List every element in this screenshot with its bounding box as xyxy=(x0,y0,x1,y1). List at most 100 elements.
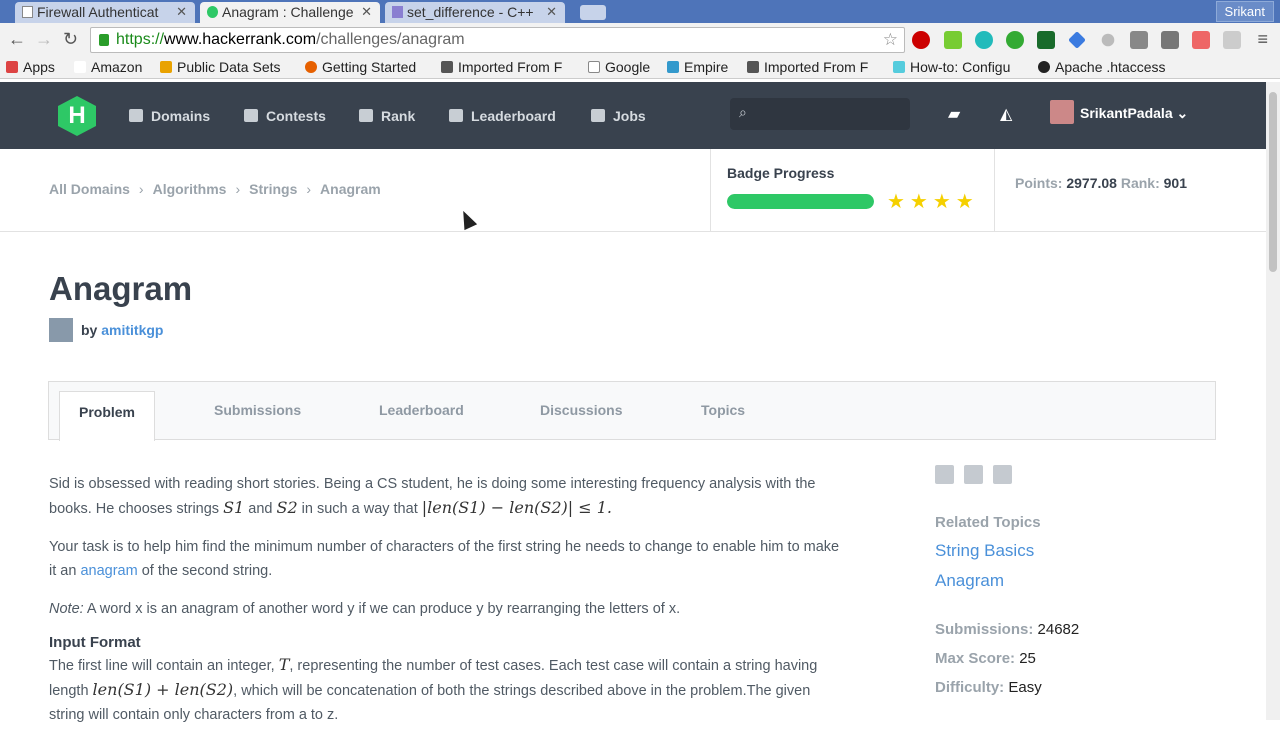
pin-extension-icon[interactable] xyxy=(1161,31,1179,49)
browser-tab-firewall[interactable]: Firewall Authenticat ✕ xyxy=(15,2,195,23)
sub-header: All Domains › Algorithms › Strings › Anagram B… xyxy=(0,149,1266,232)
bookmark-amazon[interactable]: Amazon xyxy=(74,59,142,75)
tab-submissions[interactable]: Submissions xyxy=(214,402,301,418)
star-icons: ★★★★ xyxy=(887,191,979,213)
briefcase-icon xyxy=(591,109,605,122)
browser-toolbar: ← → ↻ https://www.hackerrank.com/challen… xyxy=(0,23,1280,57)
browser-tab-anagram[interactable]: Anagram : Challenge ✕ xyxy=(200,2,380,23)
chevron-right-icon: › xyxy=(306,181,312,197)
hackerrank-logo[interactable]: H xyxy=(58,96,96,136)
bookmark-apps[interactable]: Apps xyxy=(6,59,55,75)
rank-value: 901 xyxy=(1163,175,1187,191)
breadcrumb-algorithms[interactable]: Algorithms xyxy=(153,181,227,197)
folder-icon xyxy=(747,61,759,73)
bookmark-imported-2[interactable]: Imported From F xyxy=(747,59,868,75)
address-bar[interactable]: https://www.hackerrank.com/challenges/an… xyxy=(90,27,905,53)
chevron-right-icon: › xyxy=(235,181,241,197)
c-icon xyxy=(893,61,905,73)
new-tab-button[interactable] xyxy=(580,5,606,20)
user-menu[interactable]: SrikantPadala ⌄ xyxy=(1080,105,1188,122)
bookmark-public-data-sets[interactable]: Public Data Sets xyxy=(160,59,281,75)
facebook-icon[interactable] xyxy=(993,465,1012,484)
nav-leaderboard[interactable]: Leaderboard xyxy=(449,108,556,124)
browser-tab-set-difference[interactable]: set_difference - C++ ✕ xyxy=(385,2,565,23)
g-extension-icon[interactable] xyxy=(1037,31,1055,49)
difficulty-stat: Difficulty: Easy xyxy=(935,679,1042,696)
author-link[interactable]: amititkgp xyxy=(101,322,163,338)
download-extension-icon[interactable] xyxy=(944,31,962,49)
user-avatar[interactable] xyxy=(1050,100,1074,124)
chevron-down-icon: ⌄ xyxy=(1176,105,1189,121)
notifications-icon[interactable]: ◭ xyxy=(1000,104,1012,124)
apache-icon xyxy=(1038,61,1050,73)
grammarly-icon[interactable] xyxy=(975,31,993,49)
lock-icon xyxy=(99,34,109,46)
extension-icon[interactable] xyxy=(1006,31,1024,49)
badge-progress: Badge Progress ★★★★ xyxy=(710,149,995,231)
author-avatar xyxy=(49,318,73,342)
nav-rank[interactable]: Rank xyxy=(359,108,415,124)
tab-discussions[interactable]: Discussions xyxy=(540,402,622,418)
chevron-right-icon: › xyxy=(138,181,144,197)
bookmark-imported[interactable]: Imported From F xyxy=(441,59,562,75)
tab-problem[interactable]: Problem xyxy=(59,391,155,441)
empire-icon xyxy=(667,61,679,73)
breadcrumb-strings[interactable]: Strings xyxy=(249,181,297,197)
forward-icon[interactable]: → xyxy=(35,29,53,50)
tab-topics[interactable]: Topics xyxy=(701,402,745,418)
messages-icon[interactable]: ▰ xyxy=(948,104,960,124)
search-icon: ⌕ xyxy=(739,104,747,120)
bookmark-getting-started[interactable]: Getting Started xyxy=(305,59,416,75)
max-score-stat: Max Score: 25 xyxy=(935,650,1036,667)
close-extension-icon[interactable] xyxy=(1101,33,1115,47)
close-tab-icon[interactable]: ✕ xyxy=(546,4,557,20)
trophy-icon xyxy=(449,109,463,122)
linkedin-icon[interactable] xyxy=(935,465,954,484)
bookmark-empire[interactable]: Empire xyxy=(667,59,728,75)
challenge-sidebar: Related Topics String Basics Anagram Sub… xyxy=(935,465,1215,696)
hackerrank-icon xyxy=(207,6,218,18)
extension-icon[interactable] xyxy=(1223,31,1241,49)
medal-icon xyxy=(359,109,373,122)
nav-domains[interactable]: Domains xyxy=(129,108,210,124)
shield-icon xyxy=(244,109,258,122)
related-topics-label: Related Topics xyxy=(935,514,1041,531)
adblock-icon[interactable] xyxy=(912,31,930,49)
bookmark-how-to[interactable]: How-to: Configu xyxy=(893,59,1010,75)
twitter-icon[interactable] xyxy=(964,465,983,484)
profile-button[interactable]: Srikant xyxy=(1215,1,1274,22)
author: by amititkgp xyxy=(49,318,163,342)
tab-leaderboard[interactable]: Leaderboard xyxy=(379,402,464,418)
nav-jobs[interactable]: Jobs xyxy=(591,108,646,124)
apps-icon xyxy=(6,61,18,73)
bookmarks-bar: Apps Amazon Public Data Sets Getting Sta… xyxy=(0,57,1280,79)
reload-icon[interactable]: ↻ xyxy=(63,29,78,50)
topic-link-anagram[interactable]: Anagram xyxy=(935,571,1215,591)
page-icon xyxy=(588,61,600,73)
page-scrollbar[interactable] xyxy=(1266,82,1280,720)
close-tab-icon[interactable]: ✕ xyxy=(361,4,372,20)
folder-icon xyxy=(441,61,453,73)
breadcrumb-all-domains[interactable]: All Domains xyxy=(49,181,130,197)
menu-icon[interactable]: ≡ xyxy=(1257,29,1268,50)
nav-contests[interactable]: Contests xyxy=(244,108,326,124)
amazon-icon xyxy=(74,61,86,73)
points-value: 2977.08 xyxy=(1066,175,1117,191)
breadcrumb-anagram[interactable]: Anagram xyxy=(320,181,381,197)
back-icon[interactable]: ← xyxy=(8,29,26,50)
bookmark-star-icon[interactable]: ☆ xyxy=(883,30,898,50)
firefox-icon xyxy=(305,61,317,73)
w-extension-icon[interactable] xyxy=(1130,31,1148,49)
anagram-link[interactable]: anagram xyxy=(80,563,137,579)
site-navbar: H Domains Contests Rank Leaderboard Jobs… xyxy=(0,82,1266,149)
cross-extension-icon[interactable] xyxy=(1192,31,1210,49)
breadcrumb: All Domains › Algorithms › Strings › Anagram xyxy=(49,181,381,197)
search-input[interactable]: ⌕ xyxy=(730,98,910,130)
close-tab-icon[interactable]: ✕ xyxy=(176,4,187,20)
bookmark-google[interactable]: Google xyxy=(588,59,650,75)
topic-link-string-basics[interactable]: String Basics xyxy=(935,541,1215,561)
bookmark-apache[interactable]: Apache .htaccess xyxy=(1038,59,1166,75)
cplusplus-icon xyxy=(392,6,403,18)
diamond-extension-icon[interactable] xyxy=(1068,31,1086,49)
browser-tab-bar: Firewall Authenticat ✕ set_difference - C… xyxy=(0,0,1280,23)
